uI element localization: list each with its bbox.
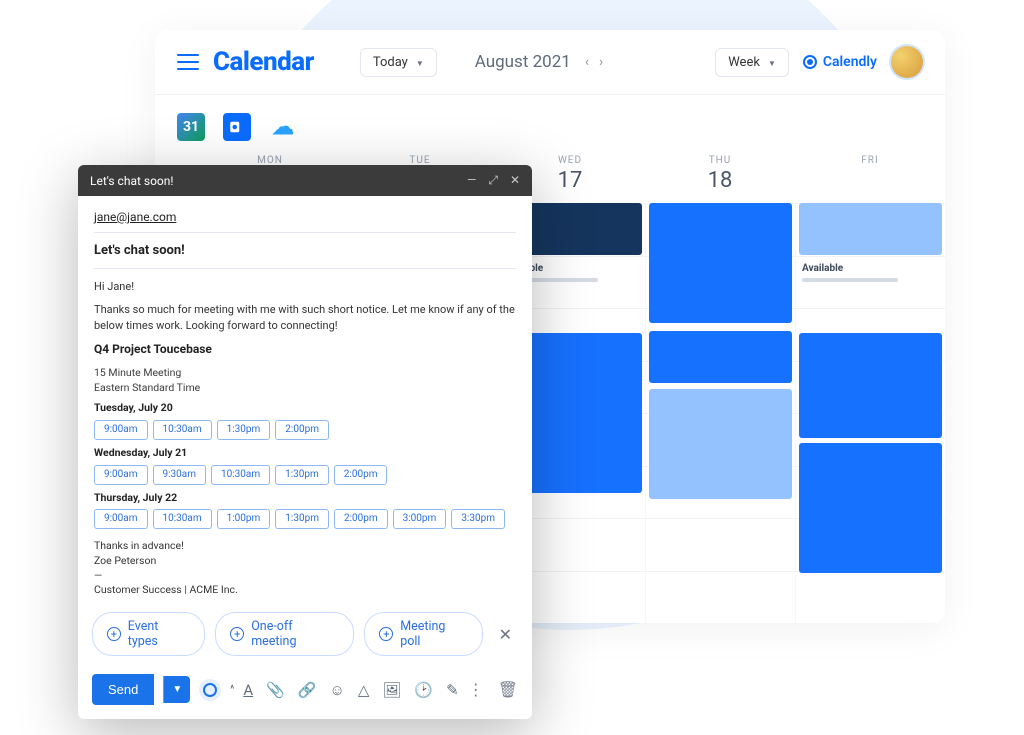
trash-icon[interactable]: 🗑 xyxy=(498,680,518,699)
time-slot-chip[interactable]: 2:00pm xyxy=(334,465,388,485)
time-slot-chip[interactable]: 9:00am xyxy=(94,465,148,485)
time-slot-chip[interactable]: 1:30pm xyxy=(275,509,329,529)
time-slot-chip[interactable]: 3:00pm xyxy=(393,509,447,529)
plus-icon: + xyxy=(107,627,121,641)
slot-day-label: Tuesday, July 20 xyxy=(94,401,516,416)
next-arrow-icon[interactable]: › xyxy=(599,54,603,70)
image-icon[interactable]: 🖼 xyxy=(382,681,401,699)
time-slot-chip[interactable]: 2:00pm xyxy=(275,420,329,440)
time-slot-chip[interactable]: 1:30pm xyxy=(217,420,271,440)
signoff-role: Customer Success | ACME Inc. xyxy=(94,583,516,598)
slot-day-label: Wednesday, July 21 xyxy=(94,446,516,461)
minimize-icon[interactable]: — xyxy=(467,173,476,188)
plus-icon: + xyxy=(230,627,244,641)
time-slot-chip[interactable]: 9:00am xyxy=(94,509,148,529)
time-slot-chip[interactable]: 10:30am xyxy=(153,420,212,440)
time-slot-chip[interactable]: 2:00pm xyxy=(334,509,388,529)
caret-down-icon xyxy=(766,55,776,70)
time-slot-chip[interactable]: 3:30pm xyxy=(451,509,505,529)
expand-icon[interactable]: ⤢ xyxy=(488,173,498,188)
calendly-badge[interactable]: Calendly xyxy=(803,54,877,70)
app-brand: Calendar xyxy=(213,47,314,77)
emoji-icon[interactable]: ☺ xyxy=(330,681,345,699)
event-block[interactable] xyxy=(649,203,792,323)
event-block[interactable] xyxy=(799,203,942,255)
slot-day: Wednesday, July 21 9:00am9:30am10:30am1:3… xyxy=(94,446,516,485)
time-slot-chip[interactable]: 1:30pm xyxy=(275,465,329,485)
day-fri: FRI xyxy=(795,155,945,193)
time-slot-chip[interactable]: 9:00am xyxy=(94,420,148,440)
calendar-header: Calendar Today August 2021 ‹ › Week Cale… xyxy=(155,30,945,95)
integrations-row: 31 ☁ xyxy=(155,95,945,151)
email-body[interactable]: Hi Jane! Thanks so much for meeting with… xyxy=(94,279,516,598)
signoff-line: Thanks in advance! xyxy=(94,539,516,554)
to-value: jane@jane.com xyxy=(94,210,176,224)
col-thu[interactable] xyxy=(645,203,795,623)
link-icon[interactable]: 🔗 xyxy=(298,681,317,699)
calendly-icon xyxy=(803,55,817,69)
avatar[interactable] xyxy=(891,46,923,78)
view-label: Week xyxy=(728,55,760,70)
attach-icon[interactable]: 📎 xyxy=(266,681,285,699)
prev-arrow-icon[interactable]: ‹ xyxy=(585,54,589,70)
google-calendar-icon[interactable]: 31 xyxy=(177,113,205,141)
time-slot-chip[interactable]: 10:30am xyxy=(153,509,212,529)
subject-field[interactable]: Let's chat soon! xyxy=(94,243,516,269)
meeting-timezone: Eastern Standard Time xyxy=(94,381,516,396)
compose-footer: Send ▼ ^ A 📎 🔗 ☺ △ 🖼 🕑 ✎ ⋮ 🗑 xyxy=(78,664,532,719)
plus-icon: + xyxy=(379,627,393,641)
event-block[interactable] xyxy=(799,443,942,573)
format-icon[interactable]: A xyxy=(243,681,253,699)
col-fri[interactable]: Available xyxy=(795,203,945,623)
available-slot[interactable]: Available xyxy=(802,263,939,282)
view-selector[interactable]: Week xyxy=(715,48,789,77)
send-dropdown[interactable]: ▼ xyxy=(163,676,190,703)
body-intro: Thanks so much for meeting with me with … xyxy=(94,302,516,333)
month-label: August 2021 xyxy=(475,52,571,72)
slot-day: Tuesday, July 20 9:00am10:30am1:30pm2:00p… xyxy=(94,401,516,440)
day-thu: THU 18 xyxy=(645,155,795,193)
meeting-title: Q4 Project Toucebase xyxy=(94,341,516,358)
more-icon[interactable]: ⋮ xyxy=(468,680,484,699)
calendly-schedule-icon[interactable] xyxy=(199,679,221,701)
signoff-name: Zoe Peterson xyxy=(94,554,516,569)
event-block[interactable] xyxy=(799,333,942,438)
caret-down-icon xyxy=(414,55,424,70)
time-slot-chip[interactable]: 10:30am xyxy=(211,465,270,485)
lock-icon[interactable]: 🕑 xyxy=(414,681,433,699)
menu-icon[interactable] xyxy=(177,54,199,70)
scheduling-pills-row: + Event types + One-off meeting + Meetin… xyxy=(78,604,532,664)
drive-icon[interactable]: △ xyxy=(358,681,370,699)
pill-meeting-poll[interactable]: + Meeting poll xyxy=(364,612,482,656)
slot-day: Thursday, July 22 9:00am10:30am1:00pm1:30… xyxy=(94,491,516,530)
close-icon[interactable]: ✕ xyxy=(510,173,520,188)
pills-close-icon[interactable]: ✕ xyxy=(493,625,518,644)
slot-day-label: Thursday, July 22 xyxy=(94,491,516,506)
outlook-icon[interactable] xyxy=(223,113,251,141)
pill-one-off[interactable]: + One-off meeting xyxy=(215,612,354,656)
today-label: Today xyxy=(373,55,408,70)
cloud-icon[interactable]: ☁ xyxy=(269,113,297,141)
calendly-label: Calendly xyxy=(823,54,877,70)
meeting-duration: 15 Minute Meeting xyxy=(94,366,516,381)
today-button[interactable]: Today xyxy=(360,48,437,77)
compose-title-text: Let's chat soon! xyxy=(90,174,173,188)
to-field[interactable]: jane@jane.com xyxy=(94,206,516,233)
time-slot-chip[interactable]: 1:00pm xyxy=(217,509,271,529)
signoff-dash: — xyxy=(94,569,516,584)
email-compose-window: Let's chat soon! — ⤢ ✕ jane@jane.com Let… xyxy=(78,165,532,719)
send-button[interactable]: Send xyxy=(92,674,154,705)
body-greeting: Hi Jane! xyxy=(94,279,516,294)
schedule-caret-icon[interactable]: ^ xyxy=(230,684,234,695)
pill-event-types[interactable]: + Event types xyxy=(92,612,205,656)
pen-icon[interactable]: ✎ xyxy=(446,681,459,699)
compose-titlebar[interactable]: Let's chat soon! — ⤢ ✕ xyxy=(78,165,532,196)
event-block[interactable] xyxy=(649,331,792,383)
event-block[interactable] xyxy=(649,389,792,499)
time-slot-chip[interactable]: 9:30am xyxy=(153,465,207,485)
